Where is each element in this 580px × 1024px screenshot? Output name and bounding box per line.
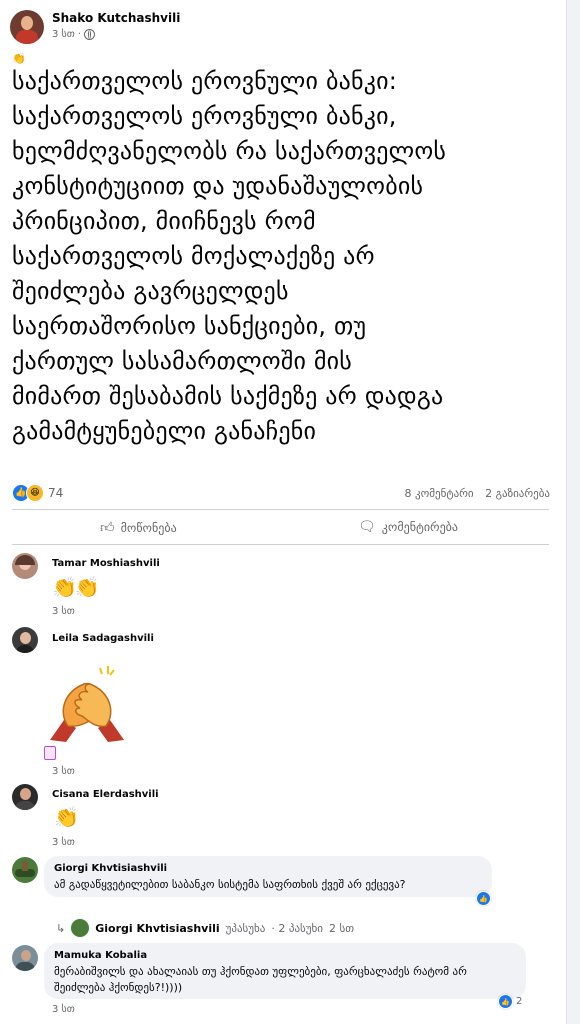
divider (12, 544, 549, 545)
comment-time[interactable]: 3 სთ (52, 766, 75, 777)
replies-link[interactable]: ↳ Giorgi Khvtisiashvili უპასუხა · 2 პასუ… (56, 919, 354, 937)
post-stats: 8 კომენტარი 2 გაზიარება (405, 487, 550, 500)
comment-bubble: Giorgi Khvtisiashvili ამ გადაწყვეტილებით… (44, 856, 492, 897)
commenter-name[interactable]: Cisana Elerdashvili (52, 789, 159, 800)
reply-summary: · 2 პასუხი (271, 921, 323, 935)
divider (12, 509, 549, 510)
comment-time[interactable]: 3 სთ (52, 606, 75, 617)
post-time[interactable]: 3 სთ (52, 29, 75, 40)
author-name[interactable]: Shako Kutchashvili (52, 11, 180, 25)
commenter-avatar[interactable] (12, 627, 38, 653)
reply-author: Giorgi Khvtisiashvili (95, 921, 220, 935)
comment-time[interactable]: 3 სთ (52, 837, 75, 848)
comment-reactions[interactable]: 👍 (476, 891, 491, 906)
reaction-count: 74 (48, 486, 64, 500)
shares-count[interactable]: 2 გაზიარება (485, 487, 550, 500)
author-avatar[interactable] (10, 10, 44, 44)
post-meta: 3 სთ · (52, 29, 95, 40)
comment-bubble: Mamuka Kobalia მერაბიშვილს და ახალაიას თ… (44, 943, 526, 999)
commenter-avatar[interactable] (12, 553, 38, 579)
reply-action: უპასუხა (225, 921, 266, 935)
haha-reaction-icon: 😆 (26, 484, 44, 502)
comment-text: ამ გადაწყვეტილებით საბანკო სისტემა საფრთ… (54, 878, 406, 891)
globe-icon (83, 29, 95, 40)
reply-avatar (71, 919, 90, 937)
post-card: Shako Kutchashvili 3 სთ · 👏 საქართველოს … (0, 0, 567, 1024)
reply-arrow-icon: ↳ (56, 921, 66, 935)
commenter-name[interactable]: Leila Sadagashvili (52, 633, 154, 644)
post-text: საქართველოს ეროვნული ბანკი: საქართველოს … (12, 67, 447, 445)
speech-bubble-icon: 🗨︎ (358, 519, 376, 535)
commenter-avatar[interactable] (12, 857, 38, 883)
reaction-summary[interactable]: 👍 😆 74 (12, 484, 63, 502)
commenter-avatar[interactable] (12, 945, 38, 971)
commenter-name[interactable]: Mamuka Kobalia (54, 950, 147, 961)
like-reaction-icon: 👍 (476, 891, 491, 906)
reply-time: 2 სთ (329, 921, 355, 935)
comment-label: კომენტირება (381, 520, 458, 534)
comment-reaction-count: 2 (516, 996, 523, 1007)
like-label: მოწონება (120, 520, 177, 535)
commenter-avatar[interactable] (12, 784, 38, 810)
commenter-name[interactable]: Giorgi Khvtisiashvili (54, 863, 167, 874)
comments-count[interactable]: 8 კომენტარი (405, 487, 474, 500)
comment-emoji: 👏👏 (52, 575, 100, 599)
like-reaction-icon: 👍 (498, 994, 513, 1009)
sticker-pack-icon[interactable] (44, 746, 56, 760)
clapping-hands-sticker (50, 666, 124, 742)
comment-time[interactable]: 3 სთ (52, 1004, 75, 1015)
comment-emoji: 👏 (54, 805, 79, 829)
commenter-name[interactable]: Tamar Moshiashvili (52, 558, 160, 569)
like-button[interactable]: 👍︎ მოწონება (100, 519, 177, 536)
thumbs-up-icon: 👍︎ (100, 520, 115, 536)
comment-reactions[interactable]: 👍 2 (498, 994, 522, 1009)
comment-button[interactable]: 🗨︎ კომენტირება (358, 519, 458, 535)
comment-text: მერაბიშვილს და ახალაიას თუ ჰქონდათ უფლებ… (54, 965, 467, 994)
